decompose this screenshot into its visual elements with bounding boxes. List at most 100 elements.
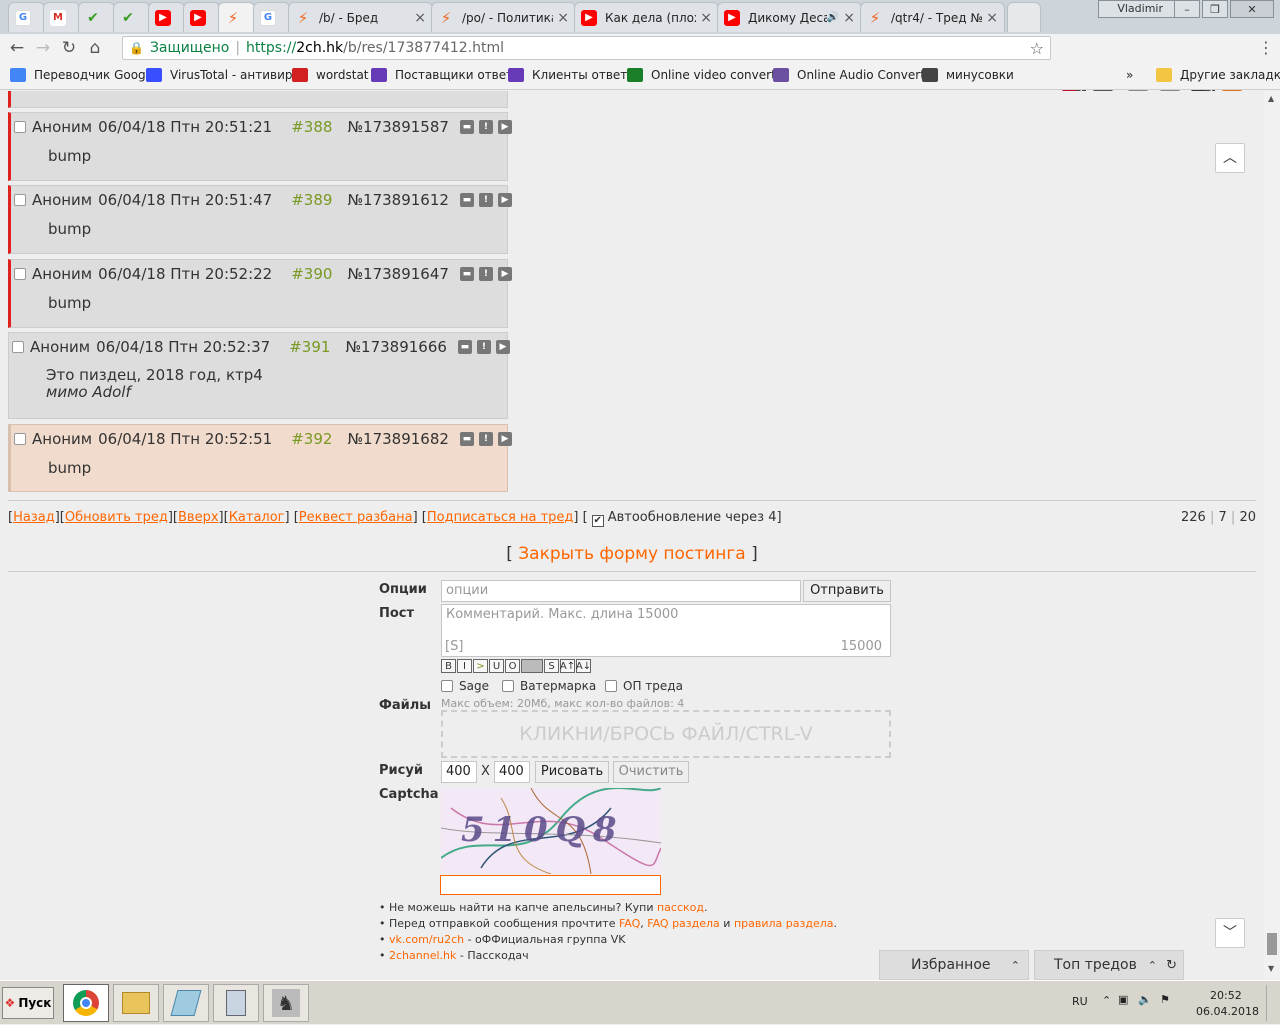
expand-icon[interactable]: ⌃ — [1011, 959, 1020, 972]
browser-tab[interactable]: ▶ — [148, 2, 185, 32]
close-window-button[interactable]: ✕ — [1230, 0, 1274, 18]
bookmark-item[interactable]: Online Audio Converter — [773, 68, 937, 82]
autoupdate-checkbox[interactable]: ✔ — [591, 515, 604, 527]
play-icon[interactable]: ▶ — [495, 340, 510, 354]
hide-post-icon[interactable]: ▬ — [459, 267, 474, 281]
vk-link[interactable]: vk.com/ru2ch — [389, 933, 464, 946]
report-icon[interactable]: ! — [478, 432, 493, 446]
browser-tab[interactable]: M — [43, 2, 80, 32]
spoiler-button[interactable] — [521, 659, 543, 673]
browser-tab[interactable]: ⚡ /qtr4/ - Тред №2 × — [860, 2, 1005, 32]
scroll-up-arrow-icon[interactable]: ▲ — [1268, 94, 1274, 103]
refresh-thread-link[interactable]: Обновить тред — [65, 510, 168, 525]
sage-checkbox[interactable]: Sage — [441, 679, 489, 693]
taskbar-chrome[interactable] — [63, 984, 109, 1022]
post-select-checkbox[interactable] — [14, 433, 26, 445]
underline-button[interactable]: U — [489, 659, 504, 673]
top-threads-panel[interactable]: Топ тредов ⌃ ↻ — [1034, 950, 1184, 980]
captcha-input[interactable] — [440, 875, 661, 895]
address-bar[interactable]: 🔒 Защищено | https://2ch.hk/b/res/173877… — [122, 36, 1051, 60]
bookmark-item[interactable]: VirusTotal - антивирус — [146, 68, 306, 82]
captcha-image[interactable]: 5 1 0 Q 8 — [441, 788, 661, 874]
play-icon[interactable]: ▶ — [497, 267, 512, 281]
bookmark-item[interactable]: Переводчик Google — [10, 68, 156, 82]
browser-tab[interactable]: ▶ — [183, 2, 220, 32]
faq-link[interactable]: FAQ — [619, 917, 640, 930]
browser-tab[interactable]: ✔ — [113, 2, 150, 32]
hide-post-icon[interactable]: ▬ — [459, 432, 474, 446]
clear-button[interactable]: Очистить — [613, 761, 689, 783]
close-tab-icon[interactable]: × — [700, 10, 712, 26]
close-form-link[interactable]: Закрыть форму постинга — [518, 544, 745, 564]
new-tab-button[interactable] — [1007, 2, 1041, 32]
refresh-icon[interactable]: ↻ — [1166, 958, 1177, 973]
bold-button[interactable]: B — [441, 659, 456, 673]
post-number[interactable]: #388 — [291, 118, 332, 136]
play-icon[interactable]: ▶ — [497, 432, 512, 446]
flag-icon[interactable]: ⚑ — [1160, 993, 1170, 1006]
clock-date[interactable]: 06.04.2018 — [1196, 1005, 1259, 1018]
network-icon[interactable]: ▣ — [1118, 993, 1128, 1006]
subscribe-link[interactable]: Подписаться на тред — [427, 510, 574, 525]
home-button[interactable]: ⌂ — [82, 38, 108, 58]
draw-button[interactable]: Рисовать — [535, 761, 609, 783]
hide-post-icon[interactable]: ▬ — [459, 120, 474, 134]
post-select-checkbox[interactable] — [14, 194, 26, 206]
browser-tab[interactable]: ▶ Как дела (плохо) × — [574, 2, 719, 32]
file-dropzone[interactable]: КЛИКНИ/БРОСЬ ФАЙЛ/CTRL-V — [441, 710, 891, 758]
report-icon[interactable]: ! — [478, 193, 493, 207]
op-checkbox[interactable]: ОП треда — [605, 679, 683, 693]
post-id[interactable]: №173891587 — [347, 118, 449, 136]
clock-time[interactable]: 20:52 — [1210, 989, 1242, 1002]
scroll-down-button[interactable]: ﹀ — [1215, 918, 1245, 948]
taskbar-explorer[interactable] — [113, 984, 159, 1022]
browser-tab[interactable]: ⚡ /po/ - Политика × — [431, 2, 576, 32]
post-select-checkbox[interactable] — [12, 341, 24, 353]
report-icon[interactable]: ! — [478, 120, 493, 134]
post-number[interactable]: #390 — [291, 265, 332, 283]
bookmark-item[interactable]: Клиенты ответы — [508, 68, 637, 82]
post-id[interactable]: №173891612 — [347, 191, 449, 209]
board-faq-link[interactable]: FAQ раздела — [647, 917, 720, 930]
back-button[interactable]: ← — [4, 38, 30, 58]
report-icon[interactable]: ! — [476, 340, 491, 354]
watermark-checkbox[interactable]: Ватермарка — [502, 679, 596, 693]
post-id[interactable]: №173891682 — [347, 430, 449, 448]
show-desktop-button[interactable] — [1266, 985, 1278, 1021]
hide-post-icon[interactable]: ▬ — [459, 193, 474, 207]
browser-tab[interactable]: G — [8, 2, 45, 32]
back-link[interactable]: Назад — [13, 510, 55, 525]
profile-button[interactable]: Vladimir — [1098, 0, 1182, 18]
2channel-link[interactable]: 2channel.hk — [389, 949, 456, 962]
superscript-button[interactable]: A↑ — [560, 659, 575, 673]
post-select-checkbox[interactable] — [14, 121, 26, 133]
scrollbar-thumb[interactable] — [1267, 933, 1277, 955]
options-input[interactable]: опции — [441, 580, 801, 602]
close-tab-icon[interactable]: × — [557, 10, 569, 26]
tray-expand-icon[interactable]: ⌃ — [1102, 994, 1111, 1007]
url-text[interactable]: https://2ch.hk/b/res/173877412.html — [246, 40, 504, 56]
expand-icon[interactable]: ⌃ — [1148, 959, 1157, 972]
post-select-checkbox[interactable] — [14, 268, 26, 280]
unban-request-link[interactable]: Реквест разбана — [299, 510, 413, 525]
maximize-button[interactable]: ❐ — [1202, 0, 1228, 18]
speaker-icon[interactable]: 🔈 — [1138, 993, 1152, 1006]
language-indicator[interactable]: RU — [1072, 995, 1088, 1008]
taskbar-notepad[interactable] — [163, 984, 209, 1022]
bookmark-item[interactable]: минусовки — [922, 68, 1014, 82]
post-id[interactable]: №173891647 — [347, 265, 449, 283]
draw-height-input[interactable]: 400 — [494, 761, 530, 783]
close-tab-icon[interactable]: × — [414, 10, 426, 26]
browser-tab[interactable]: G — [253, 2, 290, 32]
minimize-button[interactable]: – — [1174, 0, 1200, 18]
play-icon[interactable]: ▶ — [497, 193, 512, 207]
post-number[interactable]: #389 — [291, 191, 332, 209]
hide-post-icon[interactable]: ▬ — [457, 340, 472, 354]
taskbar-calculator[interactable] — [213, 984, 259, 1022]
post-number[interactable]: #391 — [289, 338, 330, 356]
close-tab-icon[interactable]: × — [843, 10, 855, 26]
report-icon[interactable]: ! — [478, 267, 493, 281]
bookmark-item[interactable]: Поставщики ответы — [371, 68, 523, 82]
browser-tab[interactable]: ✔ — [78, 2, 115, 32]
submit-button[interactable]: Отправить — [803, 580, 891, 602]
